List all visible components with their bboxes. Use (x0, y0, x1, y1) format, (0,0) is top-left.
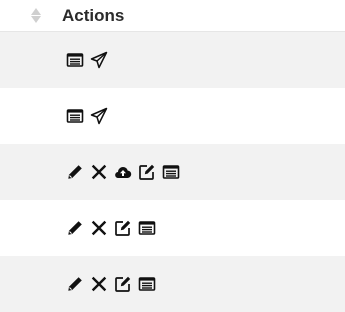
edit-icon[interactable] (114, 219, 132, 237)
row-actions (66, 51, 108, 69)
table-header: Actions (0, 0, 345, 32)
row-actions (66, 219, 156, 237)
close-icon[interactable] (90, 219, 108, 237)
table-row (0, 200, 345, 256)
list-icon[interactable] (138, 275, 156, 293)
table-body (0, 32, 345, 312)
list-icon[interactable] (66, 107, 84, 125)
close-icon[interactable] (90, 275, 108, 293)
pencil-icon[interactable] (66, 219, 84, 237)
list-icon[interactable] (162, 163, 180, 181)
send-icon[interactable] (90, 51, 108, 69)
edit-icon[interactable] (114, 275, 132, 293)
edit-icon[interactable] (138, 163, 156, 181)
table-row (0, 32, 345, 88)
pencil-icon[interactable] (66, 163, 84, 181)
actions-table: Actions (0, 0, 345, 312)
cloud-upload-icon[interactable] (114, 163, 132, 181)
row-actions (66, 163, 180, 181)
table-row (0, 88, 345, 144)
pencil-icon[interactable] (66, 275, 84, 293)
table-row (0, 144, 345, 200)
table-row (0, 256, 345, 312)
list-icon[interactable] (138, 219, 156, 237)
list-icon[interactable] (66, 51, 84, 69)
close-icon[interactable] (90, 163, 108, 181)
send-icon[interactable] (90, 107, 108, 125)
row-actions (66, 107, 108, 125)
column-title-actions[interactable]: Actions (62, 6, 124, 26)
sort-icon[interactable] (30, 5, 42, 27)
row-actions (66, 275, 156, 293)
